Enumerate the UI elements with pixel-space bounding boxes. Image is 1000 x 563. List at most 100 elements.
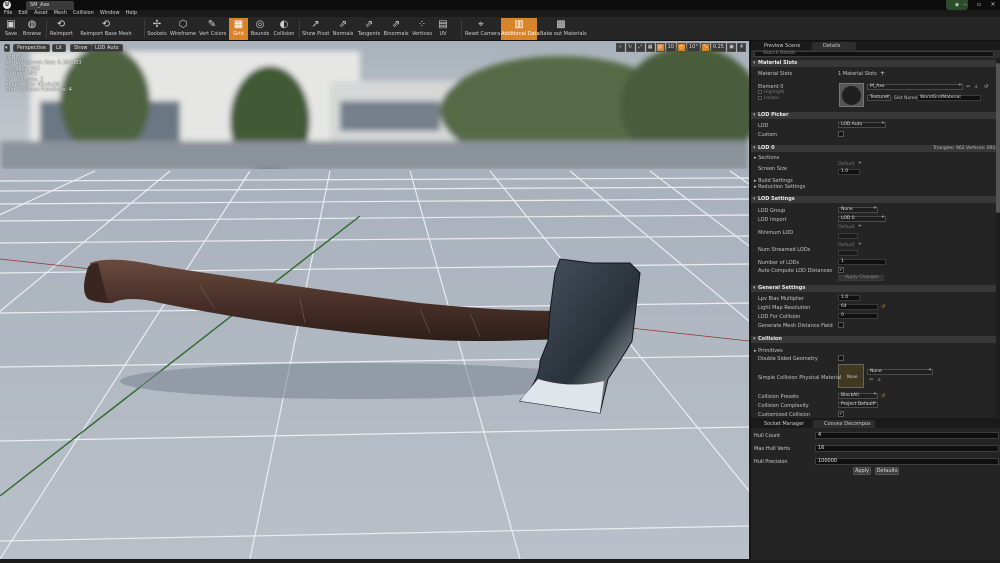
sockets-button[interactable]: ✢ Sockets [147, 18, 167, 40]
isolate-checkbox[interactable] [758, 96, 762, 100]
section-lod-settings[interactable]: LOD Settings [751, 196, 997, 203]
material-thumbnail[interactable] [839, 83, 864, 107]
reset-icon[interactable]: ↺ [881, 304, 885, 310]
double-sided-checkbox[interactable] [838, 355, 844, 361]
tab-details[interactable]: Details [812, 42, 856, 50]
surface-snap-icon[interactable]: ▦ [645, 43, 655, 52]
maximize-icon[interactable]: ▫ [972, 0, 986, 10]
auto-compute-lod-checkbox[interactable] [838, 267, 844, 273]
menu-asset[interactable]: Asset [34, 10, 48, 17]
tangents-button[interactable]: ⇗ Tangents [357, 18, 381, 40]
hull-precision-input[interactable]: 100000 [815, 458, 999, 465]
scale-snap-icon[interactable]: ⤡ [700, 43, 710, 52]
lpv-bias-input[interactable]: 1.0 [838, 295, 860, 301]
section-general-settings[interactable]: General Settings [751, 285, 997, 292]
bounds-button[interactable]: ◎ Bounds [250, 18, 270, 40]
section-collision[interactable]: Collision [751, 336, 997, 343]
uv-button[interactable]: ▤ UV [435, 18, 451, 40]
save-button[interactable]: ▣ Save [2, 18, 20, 40]
details-scrollbar[interactable] [996, 58, 1000, 418]
reduction-settings-expander[interactable]: ▸ Reduction Settings [754, 184, 805, 190]
add-icon[interactable]: + [858, 161, 862, 166]
material-dropdown[interactable]: M_Axe [867, 84, 963, 90]
lod-for-collision-input[interactable]: 0 [838, 313, 878, 319]
lod-auto-button[interactable]: LOD Auto [91, 44, 123, 52]
add-icon[interactable]: + [880, 70, 885, 77]
textures-dropdown[interactable]: Textures [867, 95, 891, 101]
rotation-snap-value[interactable]: 10° [686, 43, 700, 52]
section-lod-picker[interactable]: LOD Picker [751, 112, 997, 119]
section-material-slots[interactable]: Material Slots [751, 60, 997, 67]
wireframe-button[interactable]: ⬡ Wireframe [170, 18, 196, 40]
tab-preview-scene-settings[interactable]: Preview Scene Sett [753, 42, 811, 57]
bake-out-materials-button[interactable]: ▩ Bake out Materials [540, 18, 587, 40]
slot-name-input[interactable]: WorldGridMaterial [917, 95, 981, 101]
customized-collision-checkbox[interactable] [838, 411, 844, 417]
max-hull-verts-input[interactable]: 16 [815, 445, 999, 452]
reset-camera-button[interactable]: ⌖ Reset Camera [465, 18, 500, 40]
mesh-viewport[interactable]: ▾ Perspective Lit Show LOD Auto LOD: 0 C… [0, 41, 749, 559]
binormals-button[interactable]: ⇗ Binormals [383, 18, 409, 40]
grid-snap-value[interactable]: 10 [665, 43, 676, 52]
sections-expander[interactable]: ▸ Sections [754, 155, 779, 161]
lod-picker-dropdown[interactable]: LOD Auto [838, 122, 886, 128]
min-lod-input[interactable] [838, 233, 858, 239]
screen-size-input[interactable]: 1.0 [838, 169, 860, 175]
scroll-thumb[interactable] [996, 63, 1000, 213]
perspective-button[interactable]: Perspective [13, 44, 50, 52]
lod-group-dropdown[interactable]: None [838, 207, 878, 213]
menu-collision[interactable]: Collision [73, 10, 94, 17]
document-tab[interactable]: SM_Axe [26, 1, 74, 10]
custom-lod-checkbox[interactable] [838, 131, 844, 137]
menu-window[interactable]: Window [100, 10, 120, 17]
lit-button[interactable]: Lit [52, 44, 67, 52]
vertices-button[interactable]: ⁘ Vertices [411, 18, 433, 40]
number-of-lods-input[interactable]: 1 [838, 259, 886, 265]
rotate-icon[interactable]: ↻ [625, 43, 635, 52]
browse-asset-icon[interactable]: ⌕ [975, 84, 978, 90]
hull-count-input[interactable]: 4 [815, 432, 999, 439]
show-pivot-button[interactable]: ↗ Show Pivot [302, 18, 329, 40]
additional-data-button[interactable]: ▥ Additional Data [501, 18, 540, 40]
viewport-options-button[interactable]: ▾ [4, 44, 10, 52]
menu-mesh[interactable]: Mesh [54, 10, 67, 17]
vert-colors-button[interactable]: ✎ Vert Colors [199, 18, 226, 40]
grid-button[interactable]: ▦ Grid [229, 18, 248, 40]
reimport-base-mesh-button[interactable]: ⟲ Reimport Base Mesh [80, 18, 132, 40]
menu-edit[interactable]: Edit [18, 10, 28, 17]
grid-snap-icon[interactable]: ◎ [655, 43, 665, 52]
tab-socket-manager[interactable]: Socket Manager [753, 420, 811, 428]
normals-button[interactable]: ⇗ Normals [332, 18, 354, 40]
apply-changes-button[interactable]: Apply Changes [838, 275, 884, 281]
scale-icon[interactable]: ⤢ [635, 43, 645, 52]
collision-presets-dropdown[interactable]: BlockAll [838, 393, 878, 399]
lod-import-dropdown[interactable]: LOD 0 [838, 216, 886, 222]
add-icon[interactable]: + [858, 224, 862, 229]
reimport-button[interactable]: ⟲ Reimport [50, 18, 73, 40]
primitives-expander[interactable]: ▸ Primitives [754, 348, 783, 354]
camera-speed-value[interactable]: 4 [737, 43, 746, 52]
num-streamed-lods-input[interactable] [838, 250, 858, 256]
use-selected-icon[interactable]: ⇦ [966, 84, 970, 90]
minimize-icon[interactable]: ‒ [958, 0, 972, 10]
camera-speed-icon[interactable]: ▣ [727, 43, 736, 52]
distance-field-checkbox[interactable] [838, 322, 844, 328]
tab-convex-decomposition[interactable]: Convex Decompos [813, 420, 875, 428]
physical-material-thumbnail[interactable]: None [838, 364, 864, 388]
menu-help[interactable]: Help [126, 10, 137, 17]
collision-complexity-dropdown[interactable]: Project Default [838, 402, 878, 408]
translate-icon[interactable]: ⊹ [615, 43, 625, 52]
close-icon[interactable]: ✕ [986, 0, 1000, 10]
reset-icon[interactable]: ↺ [984, 84, 988, 90]
rotation-snap-icon[interactable]: ◴ [676, 43, 686, 52]
browse-asset-icon[interactable]: ⌕ [878, 377, 881, 383]
browse-button[interactable]: ◍ Browse [22, 18, 42, 40]
highlight-checkbox[interactable] [758, 90, 762, 94]
show-button[interactable]: Show [70, 44, 92, 52]
defaults-button[interactable]: Defaults [875, 467, 899, 475]
apply-button[interactable]: Apply [853, 467, 871, 475]
scale-snap-value[interactable]: 0.25 [710, 43, 726, 52]
add-icon[interactable]: + [858, 242, 862, 247]
lightmap-resolution-input[interactable]: 64 [838, 304, 878, 310]
collision-button[interactable]: ◐ Collision [272, 18, 296, 40]
